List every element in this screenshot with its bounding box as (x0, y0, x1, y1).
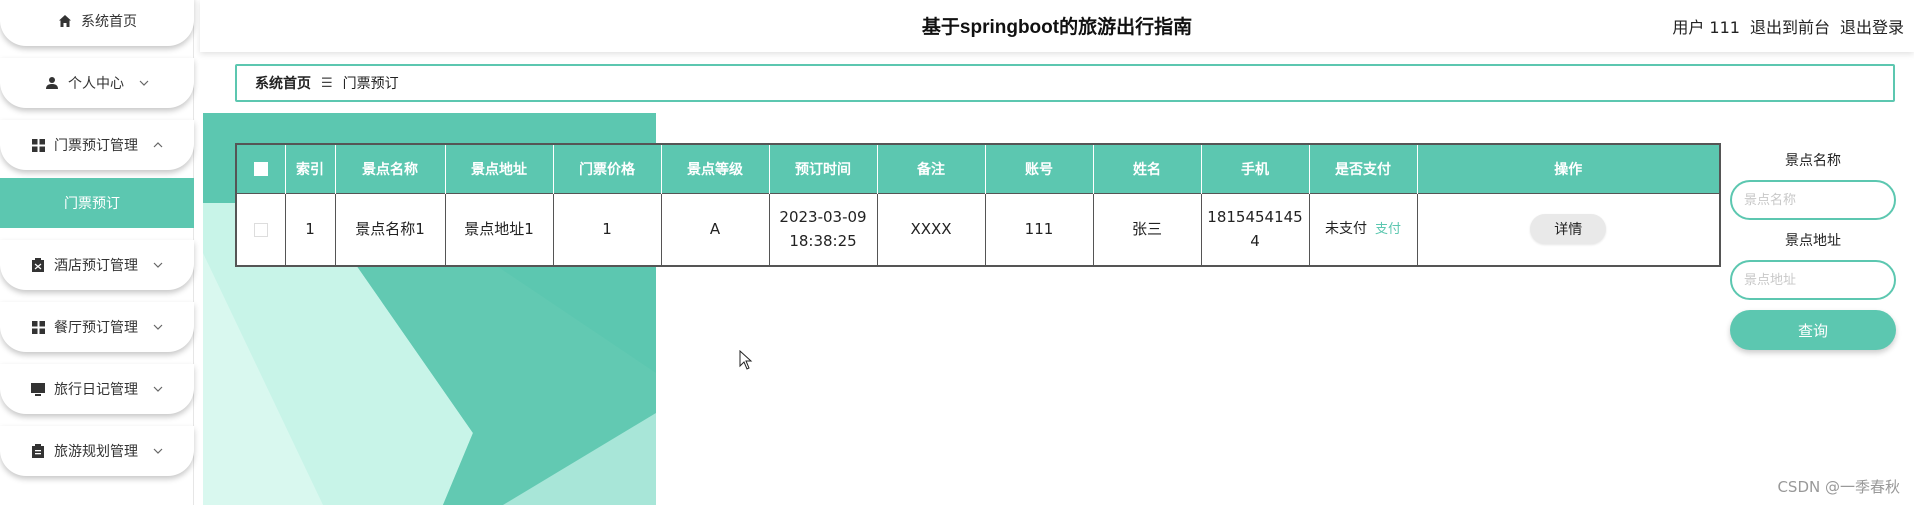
column-header: 账号 (985, 145, 1094, 193)
user-icon (44, 75, 60, 91)
name-filter-input[interactable] (1730, 180, 1896, 220)
sidebar-item-label: 系统首页 (81, 14, 137, 30)
sidebar-item-diary-mgmt[interactable]: 旅行日记管理 (0, 364, 194, 414)
breadcrumb-current: 门票预订 (342, 76, 399, 92)
cell-actions: 详情 (1417, 192, 1719, 265)
cell-address: 景点地址1 (445, 192, 554, 265)
breadcrumb: 系统首页 ☰ 门票预订 (235, 64, 1895, 102)
cell-account: 111 (985, 192, 1094, 265)
select-all-checkbox[interactable] (253, 161, 268, 176)
cell-phone-line2: 4 (1250, 232, 1260, 251)
cell-time-clock: 18:38:25 (789, 232, 857, 251)
table-row: 1 景点名称1 景点地址1 1 A 2023-03-09 18:38:25 XX… (237, 192, 1719, 265)
home-icon (57, 13, 73, 29)
current-user: 用户 111 (1672, 18, 1740, 37)
sidebar-item-hotel-mgmt[interactable]: 酒店预订管理 (0, 240, 194, 290)
booking-table: 索引 景点名称 景点地址 门票价格 景点等级 预订时间 备注 账号 姓名 手机 … (235, 143, 1721, 267)
sidebar-item-label: 个人中心 (68, 76, 124, 92)
clipboard-icon (30, 443, 46, 459)
chevron-down-icon (152, 259, 164, 271)
column-header: 景点名称 (335, 145, 446, 193)
table-header-row: 索引 景点名称 景点地址 门票价格 景点等级 预订时间 备注 账号 姓名 手机 … (237, 145, 1719, 193)
clipboard-icon (30, 257, 46, 273)
cell-level: A (661, 192, 770, 265)
sidebar-item-plan-mgmt[interactable]: 旅游规划管理 (0, 426, 194, 476)
cell-time-date: 2023-03-09 (779, 208, 867, 227)
cell-paid: 未支付 支付 (1309, 192, 1418, 265)
header-user-area: 用户 111 退出到前台 退出登录 (1672, 14, 1904, 38)
column-header: 备注 (877, 145, 986, 193)
cell-person: 张三 (1093, 192, 1202, 265)
sidebar-item-profile[interactable]: 个人中心 (0, 58, 194, 108)
search-button[interactable]: 查询 (1730, 310, 1896, 350)
watermark: CSDN @一季春秋 (1777, 478, 1900, 496)
top-header: 基于springboot的旅游出行指南 用户 111 退出到前台 退出登录 (200, 0, 1914, 52)
name-filter-label: 景点名称 (1785, 153, 1841, 169)
address-filter-input[interactable] (1730, 260, 1896, 300)
mouse-cursor-icon (739, 349, 753, 374)
column-header: 姓名 (1093, 145, 1202, 193)
cell-phone-line1: 1815454145 (1207, 208, 1303, 227)
chevron-down-icon (152, 321, 164, 333)
column-header: 景点等级 (661, 145, 770, 193)
select-all-cell[interactable] (237, 145, 286, 193)
column-header: 是否支付 (1309, 145, 1418, 193)
search-panel: 景点名称 景点地址 查询 (1730, 150, 1896, 350)
chevron-up-icon (152, 139, 164, 151)
breadcrumb-home[interactable]: 系统首页 (255, 73, 311, 93)
cell-time: 2023-03-09 18:38:25 (769, 192, 878, 265)
sidebar-item-label: 旅游规划管理 (54, 444, 138, 460)
sidebar-subitem-ticket-booking[interactable]: 门票预订 (0, 178, 194, 228)
monitor-icon (30, 381, 46, 397)
cell-price: 1 (553, 192, 662, 265)
logout-link[interactable]: 退出登录 (1840, 14, 1904, 38)
page-title: 基于springboot的旅游出行指南 (921, 17, 1193, 38)
pay-link[interactable]: 支付 (1375, 222, 1401, 237)
column-header: 景点地址 (445, 145, 554, 193)
column-header: 索引 (285, 145, 336, 193)
grid-icon (30, 137, 46, 153)
paid-status: 未支付 (1324, 221, 1367, 238)
cell-index: 1 (285, 192, 336, 265)
cell-remark: XXXX (877, 192, 986, 265)
sidebar-item-label: 餐厅预订管理 (54, 320, 138, 336)
sidebar-item-label: 酒店预订管理 (54, 258, 138, 274)
column-header: 门票价格 (553, 145, 662, 193)
sidebar: 系统首页 个人中心 门票预订管理 门票预订 酒店预订管理 餐厅预订管理 旅行日记… (0, 0, 194, 505)
detail-button[interactable]: 详情 (1530, 214, 1607, 245)
chevron-down-icon (138, 77, 150, 89)
column-header: 操作 (1417, 145, 1719, 193)
cell-phone: 1815454145 4 (1201, 192, 1310, 265)
grid-icon (30, 319, 46, 335)
breadcrumb-separator-icon: ☰ (321, 75, 333, 91)
address-filter-label: 景点地址 (1785, 233, 1841, 249)
sidebar-item-restaurant-mgmt[interactable]: 餐厅预订管理 (0, 302, 194, 352)
sidebar-item-label: 旅行日记管理 (54, 382, 138, 398)
column-header: 预订时间 (769, 145, 878, 193)
row-checkbox[interactable] (253, 222, 268, 237)
sidebar-item-label: 门票预订管理 (54, 138, 138, 154)
back-to-front-link[interactable]: 退出到前台 (1750, 14, 1830, 38)
cell-name: 景点名称1 (335, 192, 446, 265)
chevron-down-icon (152, 445, 164, 457)
sidebar-item-ticket-mgmt[interactable]: 门票预订管理 (0, 120, 194, 170)
chevron-down-icon (152, 383, 164, 395)
sidebar-item-home[interactable]: 系统首页 (0, 0, 194, 46)
row-select-cell[interactable] (237, 192, 286, 265)
column-header: 手机 (1201, 145, 1310, 193)
